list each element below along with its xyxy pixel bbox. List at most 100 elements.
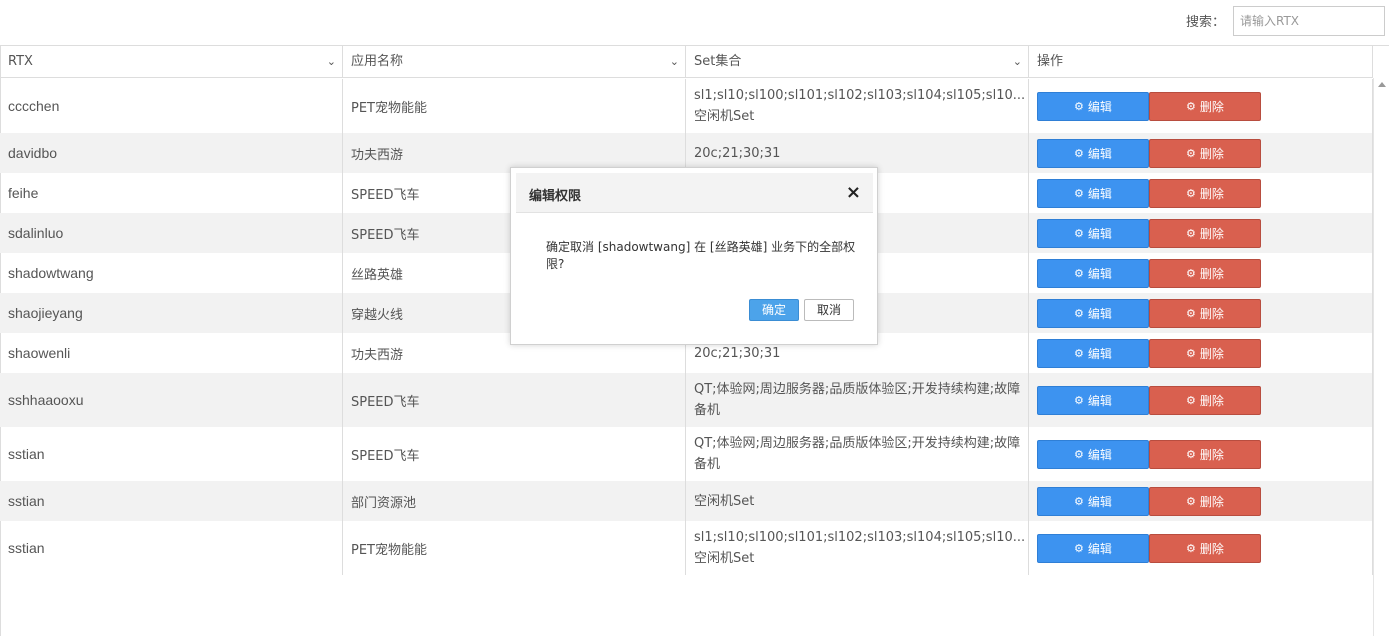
column-header-set[interactable]: Set集合 ⌄ xyxy=(686,45,1029,78)
edit-button[interactable]: ⚙ 编辑 xyxy=(1037,218,1149,248)
app-name-text: 功夫西游 xyxy=(351,347,404,363)
gear-icon: ⚙ xyxy=(1186,346,1196,360)
gear-icon: ⚙ xyxy=(1186,494,1196,508)
edit-button[interactable]: ⚙ 编辑 xyxy=(1037,533,1149,563)
delete-label: 删除 xyxy=(1199,99,1224,114)
edit-button[interactable]: ⚙ 编辑 xyxy=(1037,439,1149,469)
cell-rtx: shadowtwang xyxy=(0,253,343,293)
rtx-text: sstian xyxy=(8,446,45,462)
edit-label: 编辑 xyxy=(1087,447,1112,462)
table-row: sstian PET宠物能能 sl1;sl10;sl100;sl101;sl102;… xyxy=(0,521,1373,575)
modal-message: 确定取消 [shadowtwang] 在 [丝路英雄] 业务下的全部权限? xyxy=(546,240,856,271)
delete-button[interactable]: ⚙ 删除 xyxy=(1149,138,1261,168)
search-bar: 搜索： xyxy=(0,0,1389,46)
gear-icon: ⚙ xyxy=(1074,186,1084,200)
confirm-button[interactable]: 确定 xyxy=(748,299,799,321)
gear-icon: ⚙ xyxy=(1186,447,1196,461)
app-name-text: PET宠物能能 xyxy=(351,100,427,116)
app-name-text: SPEED飞车 xyxy=(351,394,420,410)
delete-button[interactable]: ⚙ 删除 xyxy=(1149,486,1261,516)
gear-icon: ⚙ xyxy=(1186,306,1196,320)
edit-label: 编辑 xyxy=(1087,393,1112,408)
column-header-label: Set集合 xyxy=(694,54,742,69)
edit-button[interactable]: ⚙ 编辑 xyxy=(1037,338,1149,368)
edit-button[interactable]: ⚙ 编辑 xyxy=(1037,298,1149,328)
close-icon[interactable]: × xyxy=(846,182,861,203)
edit-button[interactable]: ⚙ 编辑 xyxy=(1037,258,1149,288)
edit-label: 编辑 xyxy=(1087,541,1112,556)
gear-icon: ⚙ xyxy=(1186,99,1196,113)
cell-app-name: SPEED飞车 xyxy=(343,373,686,427)
app-name-text: SPEED飞车 xyxy=(351,187,420,203)
cancel-button[interactable]: 取消 xyxy=(803,299,854,321)
cell-set: 空闲机Set xyxy=(686,481,1029,521)
edit-label: 编辑 xyxy=(1087,266,1112,281)
cell-rtx: sdalinluo xyxy=(0,213,343,253)
rtx-text: cccchen xyxy=(8,98,60,114)
set-text: sl1;sl10;sl100;sl101;sl102;sl103;sl104;s… xyxy=(694,88,1026,124)
cell-rtx: shaojieyang xyxy=(0,293,343,333)
vertical-scrollbar[interactable] xyxy=(1373,78,1389,636)
gear-icon: ⚙ xyxy=(1186,541,1196,555)
cell-actions: ⚙ 编辑 ⚙ 删除 xyxy=(1029,333,1373,373)
modal-header: 编辑权限 × xyxy=(516,173,873,213)
delete-button[interactable]: ⚙ 删除 xyxy=(1149,258,1261,288)
modal-title: 编辑权限 xyxy=(529,189,582,204)
chevron-down-icon[interactable]: ⌄ xyxy=(670,45,679,78)
modal-footer: 确定 取消 xyxy=(748,299,854,321)
gear-icon: ⚙ xyxy=(1186,226,1196,240)
scroll-up-arrow-icon[interactable] xyxy=(1378,82,1386,87)
rtx-text: shaojieyang xyxy=(8,305,83,321)
cell-rtx: feihe xyxy=(0,173,343,213)
search-input[interactable] xyxy=(1233,6,1385,36)
cell-rtx: cccchen xyxy=(0,79,343,133)
rtx-text: shaowenli xyxy=(8,345,71,361)
delete-label: 删除 xyxy=(1199,186,1224,201)
edit-button[interactable]: ⚙ 编辑 xyxy=(1037,138,1149,168)
cell-app-name: SPEED飞车 xyxy=(343,427,686,481)
cell-app-name: PET宠物能能 xyxy=(343,79,686,133)
set-text: sl1;sl10;sl100;sl101;sl102;sl103;sl104;s… xyxy=(694,530,1026,566)
column-header-rtx[interactable]: RTX ⌄ xyxy=(0,45,343,78)
delete-button[interactable]: ⚙ 删除 xyxy=(1149,439,1261,469)
delete-button[interactable]: ⚙ 删除 xyxy=(1149,385,1261,415)
app-name-text: 功夫西游 xyxy=(351,147,404,163)
set-text: 20c;21;30;31 xyxy=(694,345,781,361)
rtx-text: sdalinluo xyxy=(8,225,64,241)
column-header-app-name[interactable]: 应用名称 ⌄ xyxy=(343,45,686,78)
delete-button[interactable]: ⚙ 删除 xyxy=(1149,91,1261,121)
rtx-text: sstian xyxy=(8,540,45,556)
chevron-down-icon[interactable]: ⌄ xyxy=(1013,45,1022,78)
edit-button[interactable]: ⚙ 编辑 xyxy=(1037,178,1149,208)
gear-icon: ⚙ xyxy=(1186,266,1196,280)
cell-actions: ⚙ 编辑 ⚙ 删除 xyxy=(1029,253,1373,293)
edit-button[interactable]: ⚙ 编辑 xyxy=(1037,385,1149,415)
rtx-text: davidbo xyxy=(8,145,58,161)
table-row: sstian 部门资源池 空闲机Set ⚙ 编辑 ⚙ 删除 xyxy=(0,481,1373,521)
edit-button[interactable]: ⚙ 编辑 xyxy=(1037,486,1149,516)
delete-button[interactable]: ⚙ 删除 xyxy=(1149,298,1261,328)
cell-actions: ⚙ 编辑 ⚙ 删除 xyxy=(1029,481,1373,521)
column-header-label: 应用名称 xyxy=(351,54,404,69)
app-name-text: SPEED飞车 xyxy=(351,448,420,464)
cell-set: QT;体验网;周边服务器;品质版体验区;开发持续构建;故障备机 xyxy=(686,373,1029,427)
cell-actions: ⚙ 编辑 ⚙ 删除 xyxy=(1029,173,1373,213)
edit-label: 编辑 xyxy=(1087,186,1112,201)
delete-button[interactable]: ⚙ 删除 xyxy=(1149,533,1261,563)
delete-label: 删除 xyxy=(1199,306,1224,321)
edit-button[interactable]: ⚙ 编辑 xyxy=(1037,91,1149,121)
delete-button[interactable]: ⚙ 删除 xyxy=(1149,338,1261,368)
delete-button[interactable]: ⚙ 删除 xyxy=(1149,218,1261,248)
rtx-text: feihe xyxy=(8,185,39,201)
app-name-text: 丝路英雄 xyxy=(351,267,404,283)
gear-icon: ⚙ xyxy=(1186,393,1196,407)
chevron-down-icon[interactable]: ⌄ xyxy=(327,45,336,78)
gear-icon: ⚙ xyxy=(1074,146,1084,160)
cell-rtx: sshhaaooxu xyxy=(0,373,343,427)
cell-app-name: 部门资源池 xyxy=(343,481,686,521)
cell-rtx: shaowenli xyxy=(0,333,343,373)
delete-button[interactable]: ⚙ 删除 xyxy=(1149,178,1261,208)
column-header-label: 操作 xyxy=(1037,54,1064,69)
edit-label: 编辑 xyxy=(1087,99,1112,114)
app-root: 搜索： RTX ⌄ 应用名称 ⌄ Set集合 ⌄ 操作 cccchen PET宠物… xyxy=(0,0,1389,636)
